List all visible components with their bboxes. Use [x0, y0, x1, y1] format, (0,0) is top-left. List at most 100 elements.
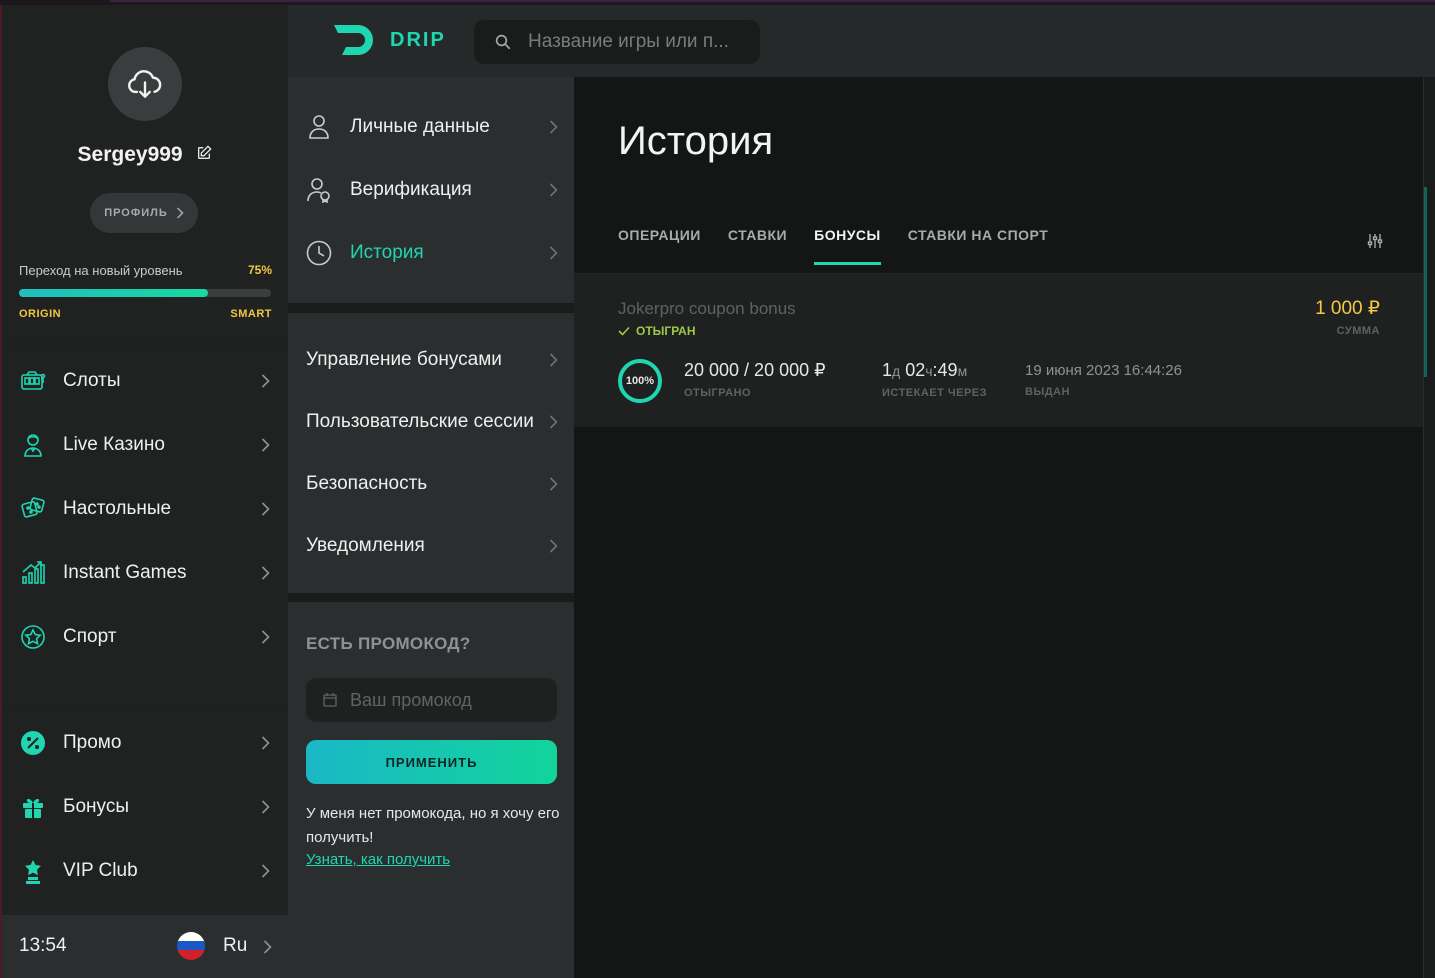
menu-item-label: История	[350, 241, 424, 263]
apply-promo-button[interactable]: ПРИМЕНИТЬ	[306, 740, 557, 784]
tab-bonuses[interactable]: БОНУСЫ	[814, 227, 881, 265]
menu-item-label: Пользовательские сессии	[306, 411, 534, 432]
sidebar-item-label: Промо	[63, 732, 122, 753]
percent-icon	[19, 729, 47, 757]
level-progress-bar	[19, 289, 271, 297]
promo-title: ЕСТЬ ПРОМОКОД?	[306, 634, 471, 653]
username: Sergey999	[2, 143, 288, 167]
promo-input-box[interactable]	[306, 678, 557, 722]
wagered-value: 20 000 / 20 000 ₽	[684, 360, 826, 380]
filter-sliders-icon[interactable]	[1367, 233, 1383, 249]
level-percent: 75%	[247, 263, 272, 277]
menu-item-verification[interactable]: Верификация	[288, 158, 574, 221]
level-progress-fill	[19, 289, 208, 297]
menu-item-personal-data[interactable]: Личные данные	[288, 95, 574, 158]
level-next: SMART	[230, 308, 272, 320]
expires-stat: 1д 02ч:49м ИСТЕКАЕТ ЧЕРЕЗ	[882, 360, 987, 399]
bonus-history-row: Jokerpro coupon bonus ОТЫГРАН 1 000 ₽ СУ…	[574, 274, 1423, 427]
language-selector[interactable]: Ru	[223, 935, 247, 957]
sidebar-item-sport[interactable]: Спорт	[2, 605, 288, 669]
issued-label: ВЫДАН	[1025, 386, 1070, 398]
menu-item-label: Уведомления	[306, 535, 425, 556]
expires-days-unit: д	[892, 363, 901, 379]
menu-item-user-sessions[interactable]: Пользовательские сессии	[288, 391, 574, 453]
how-to-get-promo-link[interactable]: Узнать, как получить	[306, 851, 450, 868]
top-header: DRIP	[288, 5, 1435, 77]
tab-bets[interactable]: СТАВКИ	[728, 227, 787, 265]
search-input[interactable]	[528, 31, 738, 53]
sidebar-item-promo[interactable]: Промо	[2, 711, 288, 775]
menu-item-history[interactable]: История	[288, 221, 574, 284]
expires-value: 1д 02ч:49м	[882, 360, 968, 380]
page-title: История	[618, 119, 774, 163]
expires-label: ИСТЕКАЕТ ЧЕРЕЗ	[882, 387, 988, 399]
sidebar-item-live-casino[interactable]: Live Казино	[2, 413, 288, 477]
chevron-right-icon	[261, 864, 270, 878]
menu-item-security[interactable]: Безопасность	[288, 453, 574, 515]
chevron-right-icon	[261, 374, 270, 388]
chevron-right-icon	[261, 630, 270, 644]
menu-item-label: Личные данные	[350, 115, 490, 137]
user-icon	[306, 114, 332, 140]
promo-code-input[interactable]	[350, 689, 550, 711]
sidebar-item-instant-games[interactable]: Instant Games	[2, 541, 288, 605]
chevron-right-icon	[549, 415, 558, 429]
clock: 13:54	[19, 935, 67, 956]
chevron-right-icon	[549, 182, 558, 197]
history-tabs: ОПЕРАЦИИ СТАВКИ БОНУСЫ СТАВКИ НА СПОРТ	[618, 227, 1048, 265]
expires-days: 1	[882, 360, 893, 380]
bonus-name: Jokerpro coupon bonus	[618, 299, 796, 318]
bonus-amount: 1 000 ₽	[1315, 298, 1380, 319]
chevron-right-icon	[261, 736, 270, 750]
wagered-label: ОТЫГРАНО	[684, 387, 752, 399]
dealer-icon	[19, 431, 47, 459]
chevron-right-icon	[549, 353, 558, 367]
profile-panel: Sergey999 ПРОФИЛЬ Переход на новый урове…	[2, 5, 288, 341]
star-badge-icon	[19, 623, 47, 651]
trophy-icon	[19, 857, 47, 885]
check-icon	[618, 326, 630, 336]
sidebar-item-label: VIP Club	[63, 860, 138, 881]
logo[interactable]: DRIP	[332, 23, 446, 57]
sidebar-item-table-games[interactable]: Настольные	[2, 477, 288, 541]
extras-nav: Промо Бонусы VIP Club	[2, 711, 288, 916]
sidebar-item-label: Live Казино	[63, 434, 165, 455]
search-box[interactable]	[474, 20, 760, 64]
tab-sport-bets[interactable]: СТАВКИ НА СПОРТ	[908, 227, 1049, 265]
russia-flag-icon[interactable]	[177, 932, 205, 960]
chevron-right-icon	[176, 207, 184, 219]
scrollbar-thumb[interactable]	[1424, 187, 1427, 377]
wager-progress-text: 100%	[625, 375, 655, 387]
expires-minutes-unit: м	[957, 363, 968, 379]
chevron-right-icon[interactable]	[263, 939, 272, 954]
account-menu-primary: Личные данные Верификация История	[288, 77, 574, 303]
left-sidebar: Sergey999 ПРОФИЛЬ Переход на новый урове…	[0, 5, 288, 978]
drip-logo-icon	[334, 25, 373, 55]
chevron-right-icon	[549, 477, 558, 491]
scrollbar[interactable]	[1423, 77, 1435, 978]
verified-user-icon	[306, 177, 332, 203]
level-current: ORIGIN	[19, 308, 62, 320]
avatar[interactable]	[108, 47, 182, 121]
sidebar-item-vip-club[interactable]: VIP Club	[2, 839, 288, 903]
profile-button[interactable]: ПРОФИЛЬ	[90, 193, 198, 233]
username-text: Sergey999	[77, 143, 183, 166]
menu-item-label: Верификация	[350, 178, 472, 200]
edit-icon[interactable]	[196, 143, 213, 167]
search-icon	[495, 34, 511, 50]
clock-icon	[306, 240, 332, 266]
cloud-download-icon	[128, 70, 162, 98]
sidebar-item-bonuses[interactable]: Бонусы	[2, 775, 288, 839]
profile-button-label: ПРОФИЛЬ	[104, 207, 168, 219]
bonus-status: ОТЫГРАН	[618, 324, 696, 338]
sidebar-footer: 13:54 Ru	[2, 915, 288, 978]
slot-machine-icon	[19, 367, 47, 395]
menu-item-notifications[interactable]: Уведомления	[288, 515, 574, 577]
promo-code-panel: ЕСТЬ ПРОМОКОД? ПРИМЕНИТЬ У меня нет пром…	[288, 602, 574, 978]
sidebar-item-label: Бонусы	[63, 796, 129, 817]
sidebar-item-label: Слоты	[63, 370, 121, 391]
chevron-right-icon	[261, 566, 270, 580]
sidebar-item-slots[interactable]: Слоты	[2, 349, 288, 413]
menu-item-bonus-management[interactable]: Управление бонусами	[288, 329, 574, 391]
tab-operations[interactable]: ОПЕРАЦИИ	[618, 227, 701, 265]
